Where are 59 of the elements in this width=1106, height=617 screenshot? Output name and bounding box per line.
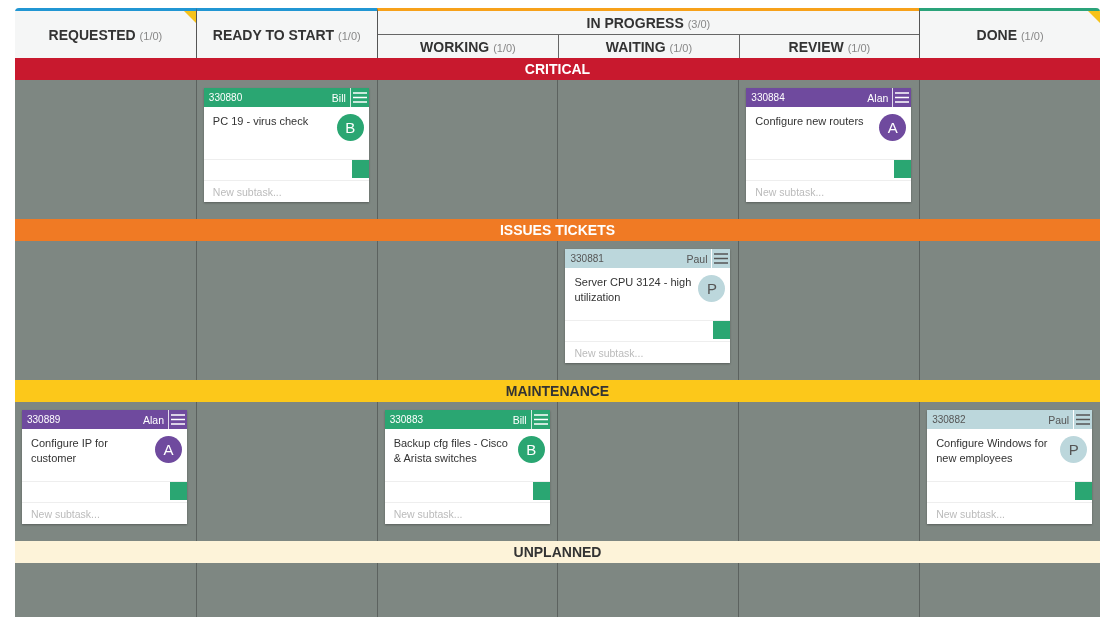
task-card[interactable]: 330883 Bill Backup cfg files - Cisco & Arista switches B New subtask... [384, 410, 550, 524]
column-title: WORKING (1/0) [420, 38, 516, 55]
menu-icon[interactable] [168, 410, 187, 429]
status-marker [351, 160, 369, 178]
task-number: 330880 [208, 92, 244, 103]
column-title: READY TO START (1/0) [212, 26, 361, 43]
group-title: IN PROGRESS (3/0) [586, 14, 711, 31]
task-number: 330889 [27, 414, 62, 425]
owner-name: Alan [143, 413, 164, 426]
column-title: REVIEW (1/0) [788, 38, 871, 55]
menu-icon[interactable] [711, 249, 731, 268]
owner-name: Bill [512, 413, 527, 426]
lane-header: ISSUES TICKETS [15, 219, 1100, 241]
task-number: 330881 [570, 253, 605, 264]
avatar: P [1060, 436, 1088, 463]
column-title: REQUESTED (1/0) [48, 26, 163, 43]
lane-header: MAINTENANCE [15, 380, 1100, 402]
avatar: A [155, 436, 182, 463]
task-number: 330882 [932, 414, 967, 425]
task-card[interactable]: 330884 Alan Configure new routers A New subtask... [746, 88, 912, 202]
menu-icon[interactable] [530, 410, 550, 429]
owner-name: Paul [686, 252, 708, 265]
status-marker [170, 482, 187, 500]
owner-name: Paul [1048, 413, 1070, 426]
column-title: DONE (1/0) [976, 26, 1044, 43]
task-title: Server CPU 3124 - high utilization [574, 275, 693, 305]
status-marker [713, 321, 731, 339]
status-marker [894, 160, 912, 178]
lane-header: UNPLANNED [15, 541, 1100, 563]
subtask-field[interactable]: New subtask... [565, 341, 731, 363]
column-title: WAITING (1/0) [605, 38, 693, 55]
task-number: 330883 [389, 414, 425, 425]
task-title: Backup cfg files - Cisco & Arista switches [393, 436, 509, 466]
task-card[interactable]: 330881 Paul Server CPU 3124 - high utilization P New subtask... [565, 249, 731, 363]
avatar: P [698, 275, 726, 302]
avatar: A [879, 114, 907, 141]
avatar: B [336, 114, 364, 141]
avatar: B [517, 436, 545, 463]
owner-name: Bill [331, 91, 346, 104]
subtask-field[interactable]: New subtask... [384, 502, 550, 524]
task-card[interactable]: 330882 Paul Configure Windows for new employees P New subtask... [927, 410, 1093, 524]
task-card[interactable]: 330889 Alan Configure IP for customer A New subtask... [22, 410, 187, 524]
status-marker [1075, 482, 1093, 500]
task-number: 330884 [751, 92, 786, 103]
task-title: PC 19 - virus check [212, 114, 310, 129]
menu-icon[interactable] [349, 88, 369, 107]
task-title: Configure new routers [755, 114, 865, 129]
menu-icon[interactable] [892, 88, 912, 107]
lane-header: CRITICAL [15, 58, 1100, 80]
task-title: Configure Windows for new employees [936, 436, 1049, 466]
status-marker [532, 482, 550, 500]
subtask-field[interactable]: New subtask... [746, 180, 912, 202]
owner-name: Alan [867, 91, 889, 104]
menu-icon[interactable] [1073, 410, 1093, 429]
subtask-field[interactable]: New subtask... [927, 502, 1093, 524]
task-card[interactable]: 330880 Bill PC 19 - virus check B New subtask... [203, 88, 369, 202]
task-title: Configure IP for customer [31, 436, 109, 466]
subtask-field[interactable]: New subtask... [22, 502, 187, 524]
subtask-field[interactable]: New subtask... [203, 180, 369, 202]
